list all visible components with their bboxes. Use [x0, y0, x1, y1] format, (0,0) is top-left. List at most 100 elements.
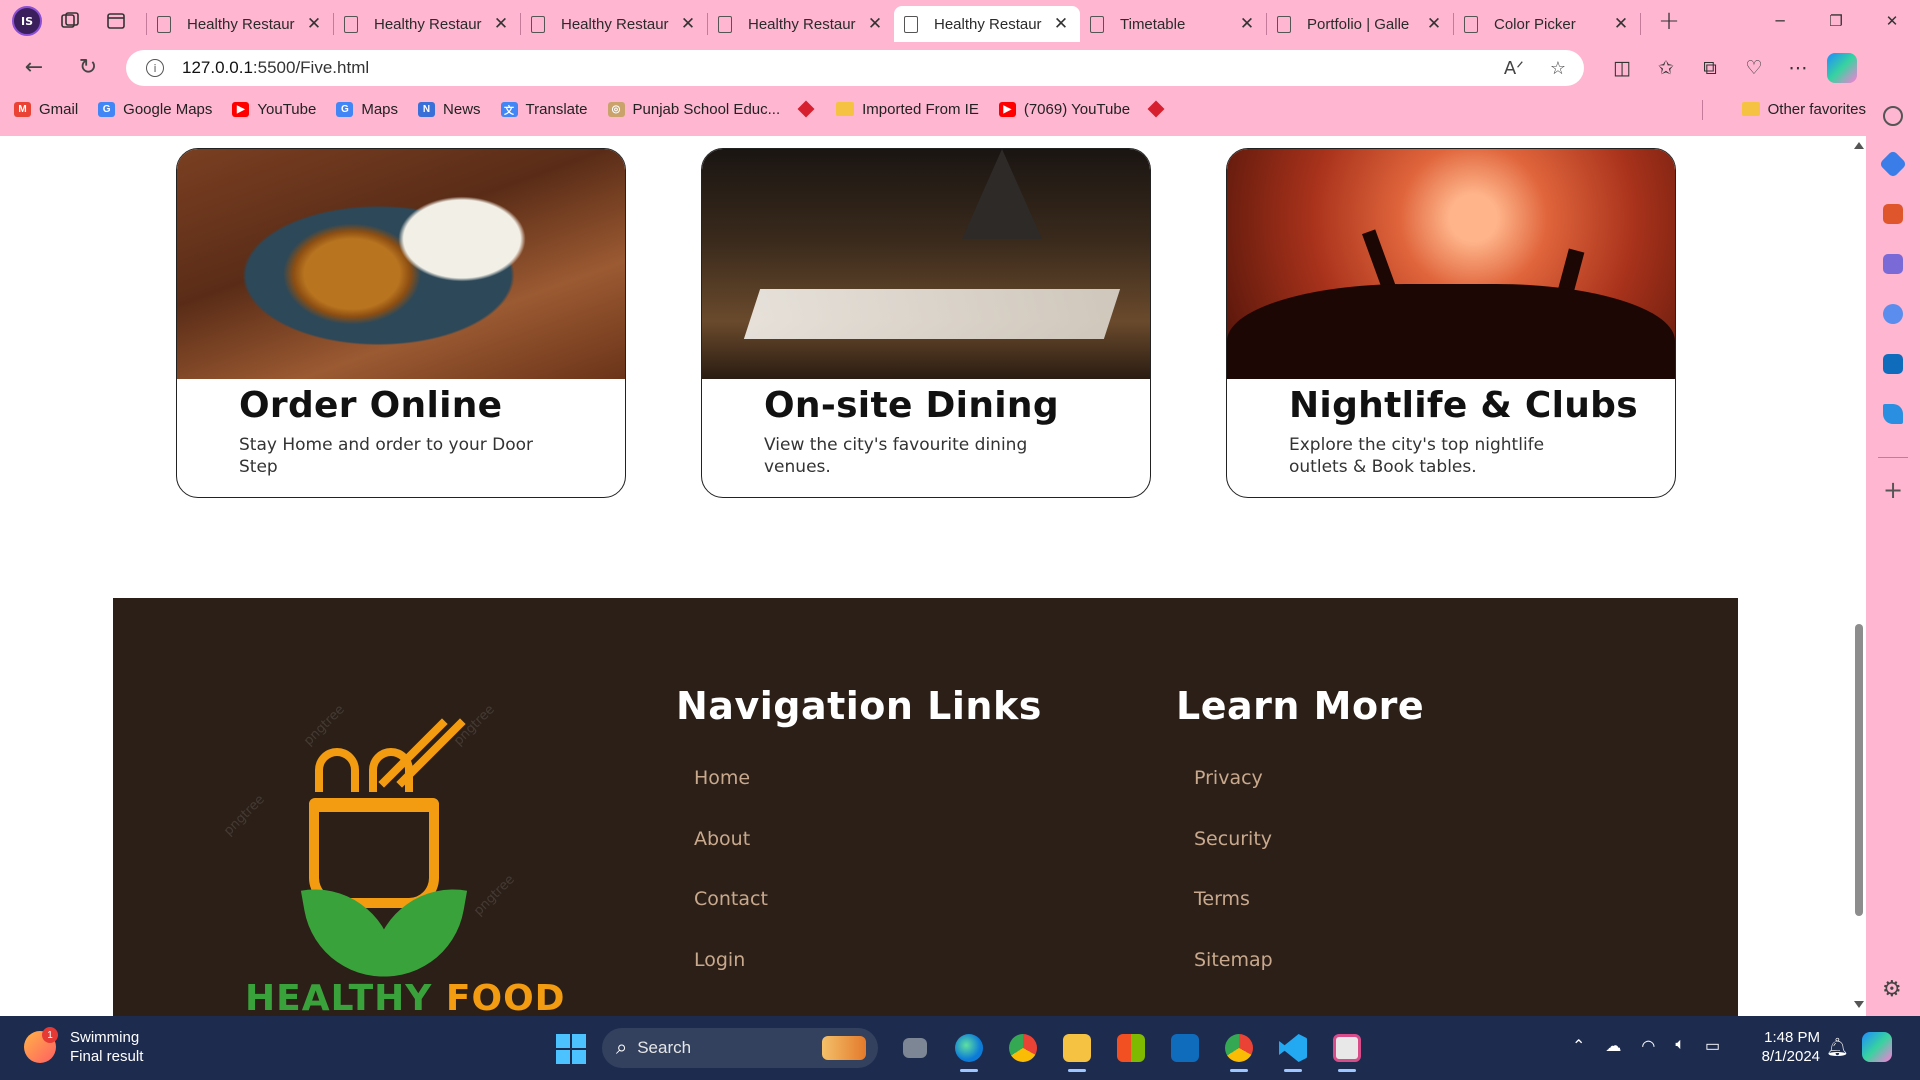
- scroll-down-arrow-icon[interactable]: [1854, 1001, 1864, 1008]
- other-favorites[interactable]: Other favorites: [1741, 101, 1866, 118]
- site-info-icon[interactable]: i: [146, 59, 164, 77]
- footer-link-sitemap[interactable]: Sitemap: [1194, 940, 1424, 1001]
- favorites-icon[interactable]: ✩: [1644, 50, 1688, 86]
- edge-browser-icon[interactable]: [942, 1028, 996, 1072]
- favorite-diamond-icon[interactable]: [1147, 100, 1165, 118]
- footer-link-home[interactable]: Home: [694, 758, 1042, 819]
- browser-tab[interactable]: Healthy Restaur ✕: [708, 6, 894, 42]
- snipping-tool-icon[interactable]: [1320, 1028, 1374, 1072]
- close-icon[interactable]: ✕: [1052, 14, 1070, 34]
- url-text[interactable]: 127.0.0.1:5500/Five.html: [182, 58, 369, 78]
- close-window-icon[interactable]: ✕: [1864, 0, 1920, 42]
- split-screen-icon[interactable]: ◫: [1600, 50, 1644, 86]
- footer-link-login[interactable]: Login: [694, 940, 1042, 1001]
- footer-link-about[interactable]: About: [694, 819, 1042, 880]
- favorite-translate[interactable]: 文 Translate: [500, 101, 588, 118]
- task-view-icon[interactable]: [888, 1028, 942, 1068]
- search-highlight-image: [822, 1036, 866, 1060]
- favorite-maps[interactable]: G Maps: [336, 101, 398, 118]
- address-bar[interactable]: i 127.0.0.1:5500/Five.html A͏ᐟ ☆: [126, 50, 1584, 86]
- back-icon[interactable]: ←: [14, 47, 54, 87]
- favorite-youtube-7069[interactable]: ▶ (7069) YouTube: [998, 101, 1130, 118]
- browser-tab[interactable]: Portfolio | Galle ✕: [1267, 6, 1453, 42]
- read-aloud-icon[interactable]: A͏ᐟ: [1504, 58, 1524, 79]
- service-card-onsite-dining[interactable]: On-site Dining View the city's favourite…: [701, 148, 1151, 498]
- footer-link-contact[interactable]: Contact: [694, 879, 1042, 940]
- service-card-order-online[interactable]: Order Online Stay Home and order to your…: [176, 148, 626, 498]
- notifications-bell-icon[interactable]: 🔔︎: [1826, 1037, 1849, 1058]
- favorites-bar: M Gmail G Google Maps ▶ YouTube G Maps N News…: [0, 92, 1920, 126]
- browser-tab-active[interactable]: Healthy Restaur ✕: [894, 6, 1080, 42]
- logo-watermark: pngtree: [301, 702, 348, 749]
- taskbar-clock[interactable]: 1:48 PM 8/1/2024: [1762, 1028, 1820, 1066]
- favorite-imported-from-ie[interactable]: Imported From IE: [836, 101, 979, 118]
- close-icon[interactable]: ✕: [679, 14, 697, 34]
- collections-icon[interactable]: ⧉: [1688, 50, 1732, 86]
- copilot-icon[interactable]: [1820, 50, 1864, 86]
- footer-heading: Learn More: [1176, 684, 1425, 728]
- chrome-icon[interactable]: [996, 1028, 1050, 1068]
- browser-tab[interactable]: Healthy Restaur ✕: [147, 6, 333, 42]
- microsoft-365-icon[interactable]: [1883, 304, 1903, 324]
- vscode-icon[interactable]: [1266, 1028, 1320, 1072]
- refresh-icon[interactable]: ↻: [68, 47, 108, 87]
- onedrive-icon[interactable]: ☁: [1605, 1036, 1621, 1056]
- search-icon[interactable]: [1883, 106, 1903, 126]
- close-icon[interactable]: ✕: [1612, 14, 1630, 34]
- send-icon[interactable]: [1883, 404, 1903, 424]
- chrome-profile-icon[interactable]: [1212, 1028, 1266, 1072]
- file-explorer-icon[interactable]: [1050, 1028, 1104, 1072]
- favorite-diamond-icon[interactable]: [797, 100, 815, 118]
- games-icon[interactable]: [1883, 254, 1903, 274]
- chevron-up-icon[interactable]: ⌃: [1572, 1036, 1585, 1056]
- windows-start-icon[interactable]: [556, 1034, 586, 1064]
- close-icon[interactable]: ✕: [1425, 14, 1443, 34]
- footer-link-terms[interactable]: Terms: [1194, 879, 1424, 940]
- clock-date: 8/1/2024: [1761, 1048, 1820, 1065]
- footer-link-security[interactable]: Security: [1194, 819, 1424, 880]
- close-icon[interactable]: ✕: [866, 14, 884, 34]
- new-tab-button[interactable]: +: [1651, 3, 1687, 39]
- copilot-taskbar-icon[interactable]: [1862, 1032, 1892, 1062]
- outlook-new-icon[interactable]: [1158, 1028, 1212, 1068]
- shopping-tag-icon[interactable]: [1878, 149, 1908, 179]
- add-sidebar-app-icon[interactable]: +: [1883, 476, 1903, 504]
- more-menu-icon[interactable]: ⋯: [1776, 50, 1820, 86]
- minimize-icon[interactable]: ─: [1752, 0, 1808, 42]
- restore-icon[interactable]: ❐: [1808, 0, 1864, 42]
- favorite-star-icon[interactable]: ☆: [1550, 58, 1566, 79]
- workspaces-icon[interactable]: [52, 3, 88, 39]
- wifi-icon[interactable]: ◠: [1641, 1036, 1655, 1056]
- favorite-news[interactable]: N News: [418, 101, 481, 118]
- translate-icon: 文: [500, 101, 518, 117]
- favorite-gmail[interactable]: M Gmail: [14, 101, 78, 118]
- microsoft-store-icon[interactable]: [1104, 1028, 1158, 1068]
- close-icon[interactable]: ✕: [492, 14, 510, 34]
- settings-gear-icon[interactable]: ⚙: [1882, 977, 1902, 1002]
- close-icon[interactable]: ✕: [305, 14, 323, 34]
- browser-tab[interactable]: Color Picker ✕: [1454, 6, 1640, 42]
- favorite-google-maps[interactable]: G Google Maps: [98, 101, 212, 118]
- outlook-icon[interactable]: [1883, 354, 1903, 374]
- scroll-up-arrow-icon[interactable]: [1854, 142, 1864, 149]
- browser-tab[interactable]: Healthy Restaur ✕: [334, 6, 520, 42]
- page-viewport: Order Online Stay Home and order to your…: [0, 136, 1866, 1016]
- volume-icon[interactable]: 🔈︎: [1675, 1036, 1685, 1056]
- noodle-shape: [369, 748, 413, 792]
- profile-avatar[interactable]: IS: [12, 6, 42, 36]
- service-card-nightlife[interactable]: Nightlife & Clubs Explore the city's top…: [1226, 148, 1676, 498]
- browser-tab[interactable]: Healthy Restaur ✕: [521, 6, 707, 42]
- weather-widget[interactable]: 1 Swimming Final result: [24, 1027, 143, 1066]
- close-icon[interactable]: ✕: [1238, 14, 1256, 34]
- page-scrollbar[interactable]: [1852, 136, 1866, 1016]
- tab-actions-icon[interactable]: [98, 3, 134, 39]
- favorite-youtube[interactable]: ▶ YouTube: [232, 101, 316, 118]
- taskbar-search[interactable]: ⌕ Search: [602, 1028, 878, 1068]
- footer-link-privacy[interactable]: Privacy: [1194, 758, 1424, 819]
- browser-tab[interactable]: Timetable ✕: [1080, 6, 1266, 42]
- tools-icon[interactable]: [1883, 204, 1903, 224]
- favorite-punjab-school[interactable]: ◎ Punjab School Educ...: [607, 101, 780, 118]
- battery-icon[interactable]: ▭: [1705, 1036, 1720, 1056]
- browser-essentials-icon[interactable]: ♡: [1732, 50, 1776, 86]
- scrollbar-thumb[interactable]: [1855, 624, 1863, 916]
